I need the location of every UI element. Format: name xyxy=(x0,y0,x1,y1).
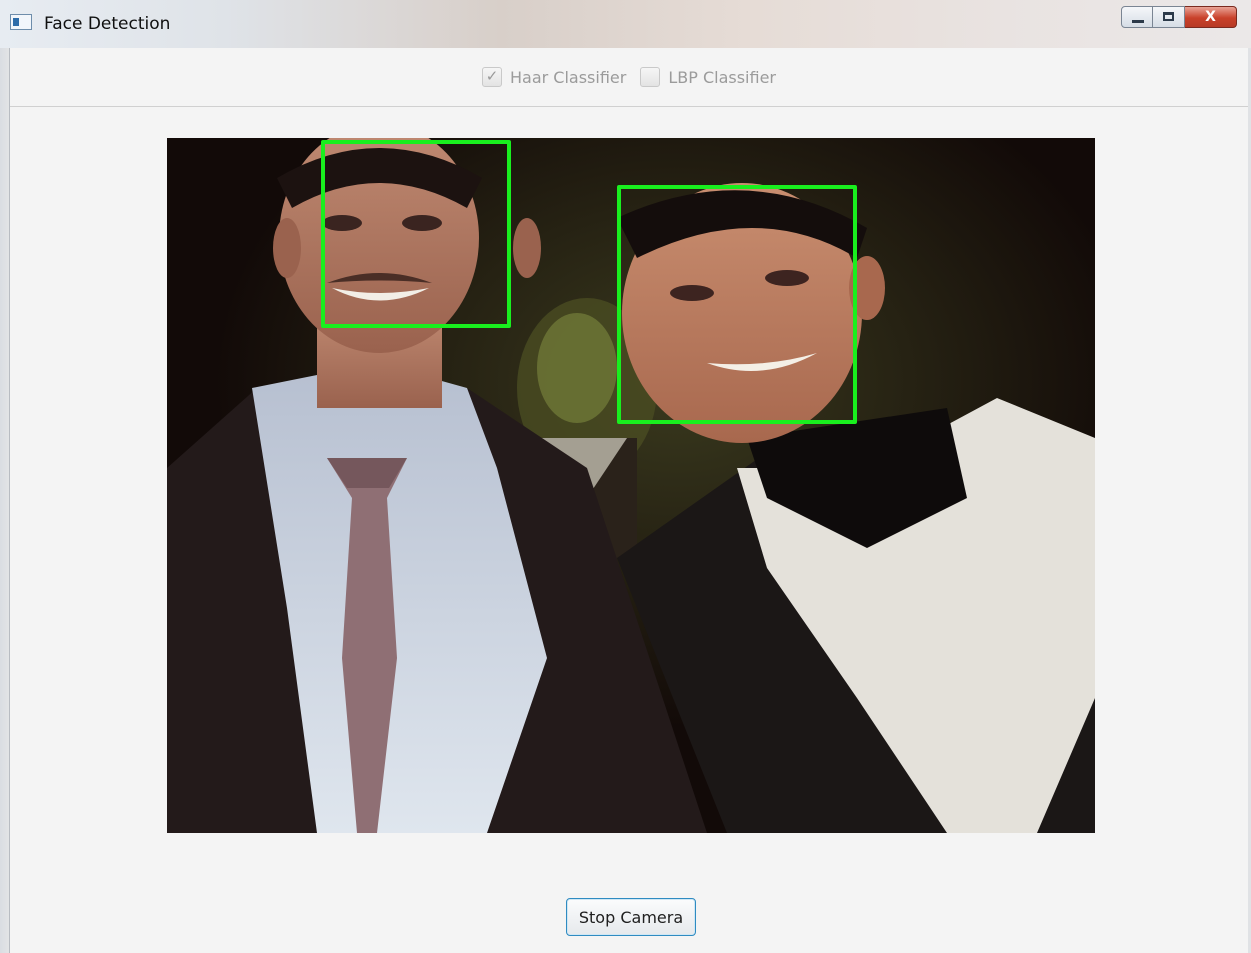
title-bar[interactable]: Face Detection X xyxy=(0,0,1251,49)
minimize-button[interactable] xyxy=(1121,6,1153,28)
minimize-icon xyxy=(1132,20,1144,23)
stop-camera-button[interactable]: Stop Camera xyxy=(566,898,696,936)
lbp-classifier-option[interactable]: LBP Classifier xyxy=(640,67,776,87)
lbp-classifier-label: LBP Classifier xyxy=(668,67,776,87)
checkmark-icon: ✓ xyxy=(485,67,499,85)
caption-buttons: X xyxy=(1121,6,1237,28)
face-detection-box-2 xyxy=(617,185,857,424)
close-button[interactable]: X xyxy=(1185,6,1237,28)
camera-frame xyxy=(167,138,1095,833)
app-window-icon xyxy=(10,14,32,30)
close-icon: X xyxy=(1205,9,1216,25)
maximize-icon xyxy=(1163,12,1174,21)
haar-classifier-option[interactable]: ✓ Haar Classifier xyxy=(481,67,627,87)
face-detection-window: Face Detection X ✓ Haar Classifier LBP C… xyxy=(0,0,1251,953)
haar-classifier-checkbox[interactable]: ✓ xyxy=(481,67,502,87)
face-detection-box-1 xyxy=(321,140,511,328)
haar-classifier-label: Haar Classifier xyxy=(509,67,627,87)
classifier-options-bar: ✓ Haar Classifier LBP Classifier xyxy=(10,48,1248,107)
window-title: Face Detection xyxy=(44,14,171,34)
maximize-button[interactable] xyxy=(1153,6,1185,28)
client-area: ✓ Haar Classifier LBP Classifier Stop Ca… xyxy=(9,48,1248,953)
window-frame-left xyxy=(0,48,9,953)
lbp-classifier-checkbox[interactable] xyxy=(640,67,661,87)
